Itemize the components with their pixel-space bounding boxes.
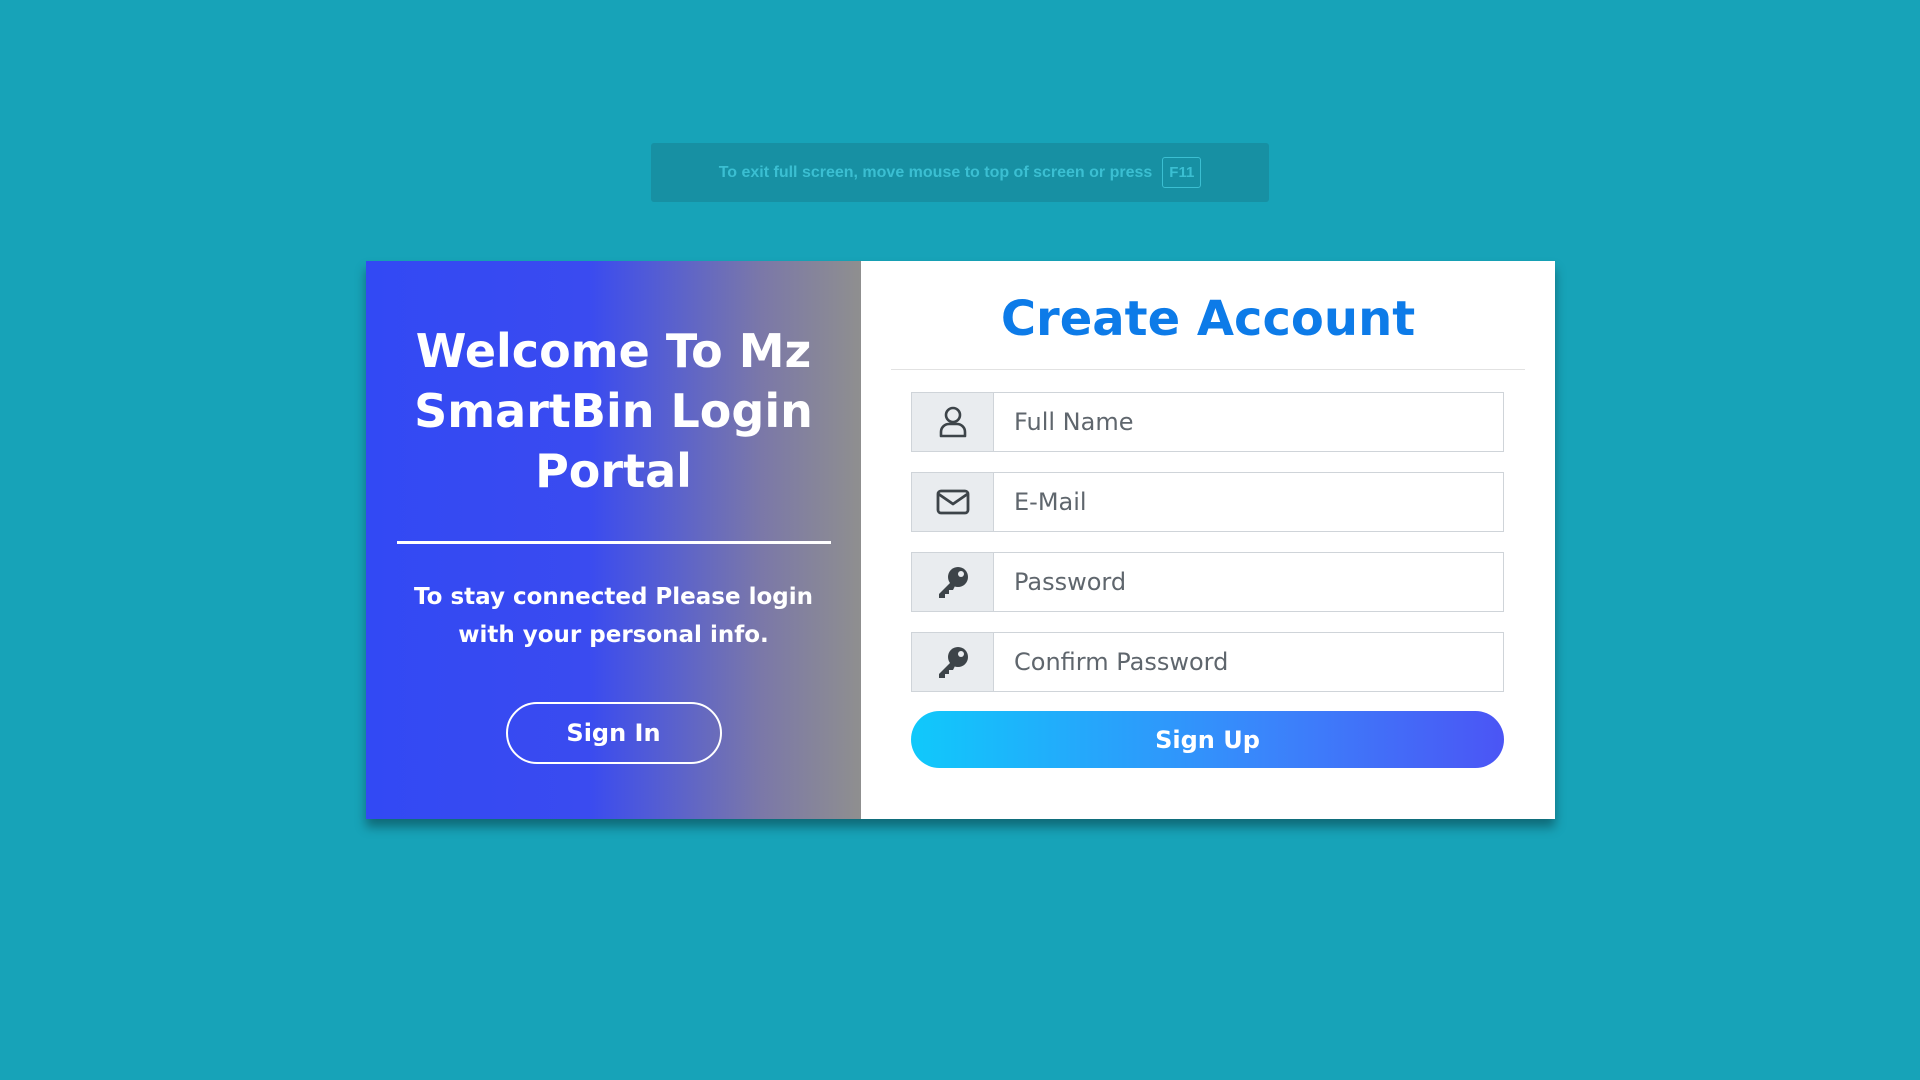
password-field-group: [911, 552, 1504, 612]
confirm-password-field-group: [911, 632, 1504, 692]
welcome-panel: Welcome To Mz SmartBin Login Portal To s…: [366, 261, 861, 819]
welcome-divider: [396, 541, 831, 544]
key-icon: [912, 553, 994, 611]
envelope-icon: [912, 473, 994, 531]
create-account-panel: Create Account Full Name E-Mail Sign Up: [861, 261, 1555, 819]
full-name-field-group: [911, 392, 1504, 452]
create-account-title: Create Account: [1000, 291, 1416, 347]
user-icon: [912, 393, 994, 451]
sign-up-button[interactable]: Sign Up: [911, 711, 1504, 768]
signup-form: Sign Up: [911, 392, 1504, 768]
welcome-title: Welcome To Mz SmartBin Login Portal: [414, 324, 813, 498]
email-field-group: [911, 472, 1504, 532]
f11-key-hint: F11: [1162, 157, 1202, 188]
confirm-password-input[interactable]: [994, 633, 1503, 691]
welcome-subtitle: To stay connected Please login with your…: [414, 584, 813, 648]
signup-card: Welcome To Mz SmartBin Login Portal To s…: [366, 261, 1555, 819]
key-icon: [912, 633, 994, 691]
full-name-input[interactable]: [994, 393, 1503, 451]
fullscreen-exit-notice: To exit full screen, move mouse to top o…: [651, 143, 1269, 202]
sign-in-button[interactable]: Sign In: [505, 702, 722, 764]
title-divider: [891, 369, 1525, 370]
email-input[interactable]: [994, 473, 1503, 531]
fullscreen-notice-text: To exit full screen, move mouse to top o…: [718, 163, 1153, 181]
password-input[interactable]: [994, 553, 1503, 611]
